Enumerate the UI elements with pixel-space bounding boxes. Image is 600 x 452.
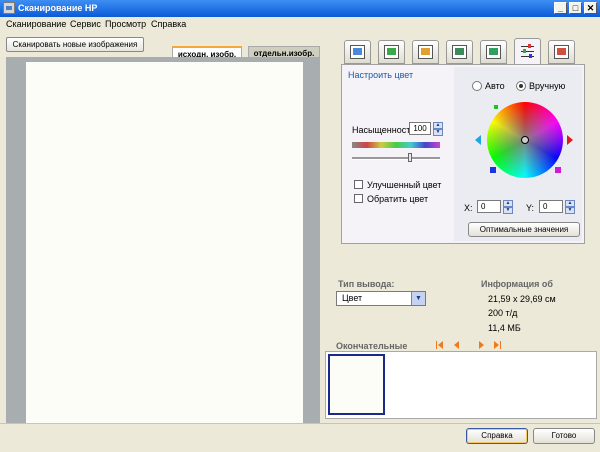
final-images-label: Окончательные	[336, 341, 408, 351]
saturation-spinner[interactable]: ▲ ▼	[433, 122, 443, 136]
tool-tab-picture[interactable]	[344, 40, 371, 64]
green-marker	[494, 105, 498, 109]
y-label: Y:	[526, 203, 535, 213]
saturation-slider-track[interactable]	[352, 157, 440, 160]
title-bar: Сканирование HP _ □ ✕	[0, 0, 600, 17]
color-panel-title: Настроить цвет	[348, 70, 414, 80]
cyan-arrow-icon[interactable]	[475, 135, 481, 145]
menu-scan[interactable]: Сканирование	[6, 19, 66, 29]
saturation-slider-thumb[interactable]	[408, 153, 412, 162]
spin-up-icon[interactable]: ▲	[503, 200, 513, 207]
divider	[0, 423, 600, 424]
color-adjust-icon	[520, 43, 535, 58]
menu-help[interactable]: Справка	[151, 19, 186, 29]
saturation-gradient	[352, 142, 440, 148]
invert-color-label: Обратить цвет	[367, 194, 429, 204]
info-size: 21,59 x 29,69 см	[488, 294, 556, 304]
scanner-app-icon	[3, 2, 15, 14]
x-spinner[interactable]: ▲ ▼	[503, 200, 513, 214]
done-button[interactable]: Готово	[533, 428, 595, 444]
tool-tab-auto-adjust[interactable]	[480, 40, 507, 64]
final-images-strip	[325, 351, 597, 419]
menu-bar: Сканирование Сервис Просмотр Справка	[0, 17, 600, 31]
saturation-input[interactable]: 100	[409, 122, 431, 135]
auto-adjust-icon	[486, 45, 501, 59]
tool-tab-crop[interactable]	[412, 40, 439, 64]
tool-tab-sharpen[interactable]	[548, 40, 575, 64]
scan-window: Сканирование HP _ □ ✕ Сканирование Серви…	[0, 0, 600, 452]
menu-view[interactable]: Просмотр	[105, 19, 146, 29]
spin-up-icon[interactable]: ▲	[433, 122, 443, 129]
enhanced-color-checkbox[interactable]	[354, 180, 363, 189]
last-page-icon[interactable]	[494, 341, 502, 350]
mode-auto-label: Авто	[485, 81, 505, 91]
blue-marker	[490, 167, 496, 173]
close-button[interactable]: ✕	[584, 2, 597, 14]
chevron-down-icon[interactable]: ▼	[411, 292, 425, 305]
x-label: X:	[464, 203, 473, 213]
help-button[interactable]: Справка	[466, 428, 528, 444]
spin-up-icon[interactable]: ▲	[565, 200, 575, 207]
spin-down-icon[interactable]: ▼	[565, 207, 575, 214]
saturation-label: Насыщенност	[352, 125, 411, 135]
scan-new-images-button[interactable]: Сканировать новые изображения	[6, 37, 144, 52]
spin-down-icon[interactable]: ▼	[503, 207, 513, 214]
color-adjust-panel: Настроить цвет Авто Вручную Насыщенност …	[341, 64, 585, 244]
preview-area	[6, 57, 320, 423]
x-input[interactable]: 0	[477, 200, 501, 213]
next-page-icon[interactable]	[478, 341, 486, 350]
prev-page-icon[interactable]	[453, 341, 461, 350]
minimize-button[interactable]: _	[554, 2, 567, 14]
tool-tab-color-adjust[interactable]	[514, 38, 541, 65]
mode-manual-label: Вручную	[529, 81, 566, 91]
menu-tools[interactable]: Сервис	[70, 19, 101, 29]
y-spinner[interactable]: ▲ ▼	[565, 200, 575, 214]
color-wheel-pointer[interactable]	[521, 136, 529, 144]
crop-icon	[418, 45, 433, 59]
final-image-thumbnail[interactable]	[328, 354, 385, 415]
enhanced-color-label: Улучшенный цвет	[367, 180, 442, 190]
sharpen-icon	[554, 45, 569, 59]
mode-auto-radio[interactable]	[472, 81, 482, 91]
magenta-marker	[555, 167, 561, 173]
mode-manual-radio[interactable]	[516, 81, 526, 91]
spin-down-icon[interactable]: ▼	[433, 129, 443, 136]
window-title: Сканирование HP	[18, 3, 98, 13]
tool-tab-rotate[interactable]	[378, 40, 405, 64]
info-label: Информация об	[481, 279, 553, 289]
tool-tab-resize[interactable]	[446, 40, 473, 64]
red-arrow-icon[interactable]	[567, 135, 573, 145]
maximize-button[interactable]: □	[569, 2, 582, 14]
invert-color-checkbox[interactable]	[354, 194, 363, 203]
y-input[interactable]: 0	[539, 200, 563, 213]
optimal-values-button[interactable]: Оптимальные значения	[468, 222, 580, 237]
resize-icon	[452, 45, 467, 59]
rotate-icon	[384, 45, 399, 59]
picture-icon	[350, 45, 365, 59]
info-filesize: 11,4 МБ	[488, 323, 521, 333]
first-page-icon[interactable]	[436, 341, 444, 350]
scanned-page-preview[interactable]	[26, 62, 303, 423]
info-dpi: 200 т/д	[488, 308, 518, 318]
output-type-label: Тип вывода:	[338, 279, 395, 289]
tool-tabs	[343, 38, 583, 65]
